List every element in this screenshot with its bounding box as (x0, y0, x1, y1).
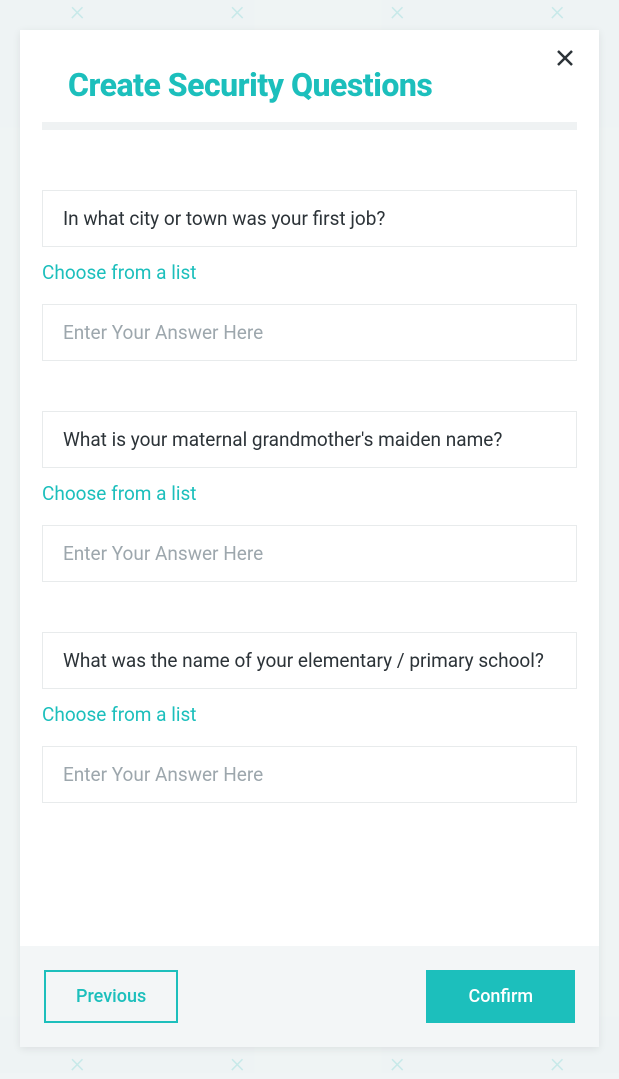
answer-input-1[interactable] (42, 304, 577, 361)
question-group-3: Choose from a list (42, 632, 577, 803)
modal-content: Choose from a list Choose from a list Ch… (20, 130, 599, 946)
question-input-1[interactable] (42, 190, 577, 247)
page-title: Create Security Questions (68, 66, 551, 104)
answer-input-2[interactable] (42, 525, 577, 582)
previous-button[interactable]: Previous (44, 970, 178, 1023)
choose-from-list-link-3[interactable]: Choose from a list (42, 703, 196, 726)
modal-header: Create Security Questions (20, 30, 599, 104)
close-icon[interactable] (551, 44, 579, 72)
question-input-2[interactable] (42, 411, 577, 468)
confirm-button[interactable]: Confirm (426, 970, 575, 1023)
modal-footer: Previous Confirm (20, 946, 599, 1047)
question-input-3[interactable] (42, 632, 577, 689)
choose-from-list-link-1[interactable]: Choose from a list (42, 261, 196, 284)
x-icon (556, 49, 574, 67)
progress-bar (42, 122, 577, 130)
security-questions-modal: Create Security Questions Choose from a … (20, 30, 599, 1047)
choose-from-list-link-2[interactable]: Choose from a list (42, 482, 196, 505)
question-group-2: Choose from a list (42, 411, 577, 582)
answer-input-3[interactable] (42, 746, 577, 803)
question-group-1: Choose from a list (42, 190, 577, 361)
